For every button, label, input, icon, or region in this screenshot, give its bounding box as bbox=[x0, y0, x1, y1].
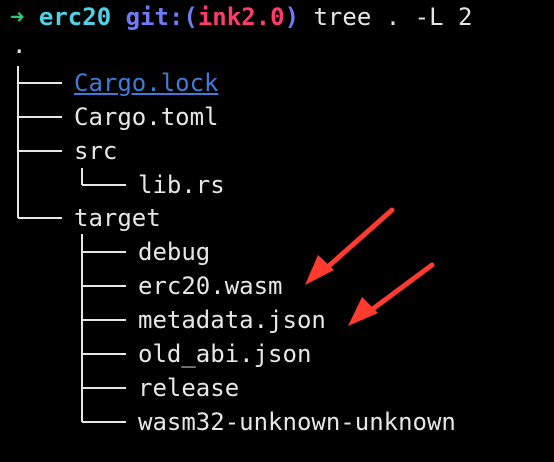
tree-item-cargo-lock[interactable]: Cargo.lock bbox=[74, 66, 219, 100]
tree-item-release: release bbox=[138, 374, 240, 402]
tree-item-metadata-json: metadata.json bbox=[138, 306, 326, 334]
prompt-arrow-icon: ➜ bbox=[10, 3, 25, 31]
tree-item-target: target bbox=[74, 204, 161, 232]
prompt-directory: erc20 bbox=[38, 3, 112, 31]
prompt-line: ➜ erc20 git:(ink2.0) tree . -L 2 bbox=[10, 0, 472, 34]
red-arrow-icon bbox=[348, 262, 435, 326]
prompt-branch: ink2.0 bbox=[197, 3, 285, 31]
tree-item-src: src bbox=[74, 137, 118, 165]
tree-item-erc20-wasm: erc20.wasm bbox=[138, 272, 283, 300]
prompt-git-label: git:( bbox=[125, 3, 198, 31]
tree-item-debug: debug bbox=[138, 238, 211, 266]
tree-item-cargo-toml: Cargo.toml bbox=[74, 103, 219, 131]
prompt-git-close: ) bbox=[284, 3, 300, 31]
tree-item-old-abi-json: old_abi.json bbox=[138, 340, 312, 368]
terminal-window: ➜ erc20 git:(ink2.0) tree . -L 2 . Cargo… bbox=[0, 0, 554, 462]
tree-root: . bbox=[12, 31, 27, 59]
red-arrow-icon bbox=[305, 207, 395, 285]
prompt-command[interactable]: tree . -L 2 bbox=[313, 3, 472, 31]
tree-item-wasm32: wasm32-unknown-unknown bbox=[138, 408, 456, 436]
tree-item-lib-rs: lib.rs bbox=[138, 171, 225, 199]
